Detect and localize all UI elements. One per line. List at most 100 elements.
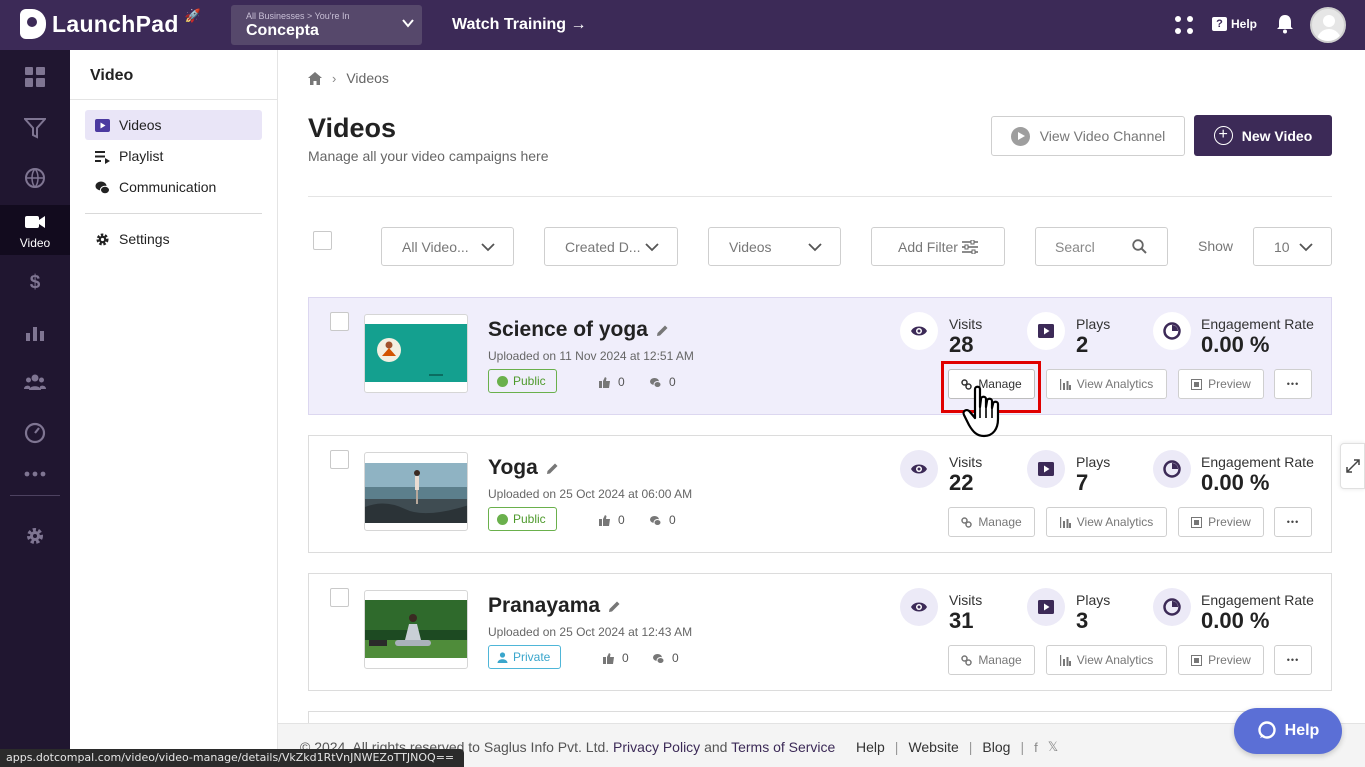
rail-sales[interactable]: $ [0,256,70,306]
all-videos-filter[interactable]: All Video... [381,227,514,266]
facebook-icon[interactable]: f [1034,740,1038,755]
rail-dashboard[interactable] [0,52,70,102]
privacy-policy-link[interactable]: Privacy Policy [613,739,700,755]
plays-value: 7 [1076,470,1089,495]
app-name: LaunchPad [52,10,179,37]
add-filter-label: Add Filter [898,238,958,255]
help-chat-button[interactable]: Help [1234,708,1342,754]
manage-button[interactable]: Manage [948,507,1035,537]
edit-pencil-icon[interactable] [608,600,621,613]
footer-help-link[interactable]: Help [856,739,885,755]
user-avatar[interactable] [1310,7,1346,43]
video-upload-date: Uploaded on 11 Nov 2024 at 12:51 AM [488,349,694,363]
view-video-channel-button[interactable]: View Video Channel [991,116,1185,156]
video-upload-date: Uploaded on 25 Oct 2024 at 12:43 AM [488,625,693,639]
edit-pencil-icon[interactable] [546,462,559,475]
edit-pencil-icon[interactable] [656,324,669,337]
video-select-checkbox[interactable] [330,450,349,469]
rail-contacts[interactable] [0,357,70,407]
icon-rail: Video $ [0,50,70,767]
video-upload-date: Uploaded on 25 Oct 2024 at 06:00 AM [488,487,693,501]
subnav-item-playlist[interactable]: Playlist [85,141,262,171]
side-panel-handle[interactable] [1340,443,1365,489]
video-card[interactable]: Science of yoga Uploaded on 11 Nov 2024 … [308,297,1332,415]
top-help-button[interactable]: ? Help [1212,17,1257,31]
user-icon [497,651,508,663]
video-title[interactable]: Pranayama [488,594,621,618]
rail-sites[interactable] [0,153,70,203]
more-options-button[interactable]: ••• [1274,645,1312,675]
rail-analytics[interactable] [0,307,70,357]
video-card[interactable]: Yoga Uploaded on 25 Oct 2024 at 06:00 AM… [308,435,1332,553]
visibility-badge[interactable]: Public [488,507,557,531]
video-title[interactable]: Science of yoga [488,318,669,342]
search-input[interactable]: Searcl [1035,227,1168,266]
footer-blog-link[interactable]: Blog [982,739,1010,755]
subnav-title: Video [90,67,134,84]
chat-icon [95,181,110,194]
video-select-checkbox[interactable] [330,312,349,331]
plays-stat-icon [1027,588,1065,626]
subnav-item-settings[interactable]: Settings [85,224,262,254]
video-type-filter[interactable]: Videos [708,227,841,266]
video-card[interactable]: Pranayama Uploaded on 25 Oct 2024 at 12:… [308,573,1332,691]
preview-button[interactable]: Preview [1178,507,1264,537]
subnav-item-videos[interactable]: Videos [85,110,262,140]
engagement-label: Engagement Rate [1201,592,1314,608]
new-video-button[interactable]: + New Video [1194,115,1332,156]
app-logo[interactable]: LaunchPad 🚀 [20,8,201,39]
preview-button[interactable]: Preview [1178,645,1264,675]
x-twitter-icon[interactable]: 𝕏 [1048,739,1058,755]
video-thumbnail[interactable] [364,452,468,531]
video-title-text: Pranayama [488,594,601,617]
preview-button[interactable]: Preview [1178,369,1264,399]
video-type-filter-label: Videos [729,238,772,255]
apps-grid-icon[interactable] [1175,16,1193,34]
hand-pointer-cursor-icon [962,385,1000,438]
more-options-button[interactable]: ••• [1274,507,1312,537]
chat-bubble-icon [1257,721,1276,739]
chevron-down-icon [402,19,414,28]
rail-divider [10,495,60,496]
view-analytics-button[interactable]: View Analytics [1046,645,1167,675]
rail-funnels[interactable] [0,103,70,153]
yoga-beach-thumbnail-image [365,463,467,523]
business-name: Concepta [246,22,319,39]
footer-website-link[interactable]: Website [908,739,958,755]
eye-icon [911,326,927,336]
play-circle-icon [1010,126,1030,146]
video-select-checkbox[interactable] [330,588,349,607]
view-analytics-button[interactable]: View Analytics [1046,507,1167,537]
business-switcher[interactable]: All Businesses > You're In Concepta [231,5,422,45]
footer-links: Help | Website | Blog | f 𝕏 [856,739,1058,755]
likes-count: 0 [603,651,629,665]
visibility-badge[interactable]: Public [488,369,557,393]
header-divider [308,196,1332,197]
terms-of-service-link[interactable]: Terms of Service [731,739,835,755]
video-thumbnail[interactable] [364,590,468,669]
globe-icon [497,513,508,525]
visibility-badge[interactable]: Private [488,645,562,669]
rail-settings[interactable] [0,511,70,561]
chevron-down-icon [1299,243,1313,252]
rail-more[interactable] [0,449,70,499]
watch-training-link[interactable]: Watch Training → [452,16,587,34]
rail-video[interactable]: Video [0,205,70,255]
created-date-filter[interactable]: Created D... [544,227,678,266]
video-thumbnail[interactable] [364,314,468,393]
more-options-button[interactable]: ••• [1274,369,1312,399]
preview-label: Preview [1208,653,1251,667]
view-analytics-button[interactable]: View Analytics [1046,369,1167,399]
home-icon[interactable] [308,71,322,85]
manage-button[interactable]: Manage [948,645,1035,675]
subnav-item-communication[interactable]: Communication [85,172,262,202]
video-title[interactable]: Yoga [488,456,559,480]
dollar-icon: $ [30,272,41,292]
notification-bell-icon[interactable] [1276,14,1294,34]
select-all-checkbox[interactable] [313,231,332,250]
likes-value: 0 [618,513,625,527]
top-bar: LaunchPad 🚀 All Businesses > You're In C… [0,0,1365,50]
page-size-select[interactable]: 10 [1253,227,1332,266]
subnav-item-label: Communication [119,179,217,195]
add-filter-button[interactable]: Add Filter [871,227,1005,266]
